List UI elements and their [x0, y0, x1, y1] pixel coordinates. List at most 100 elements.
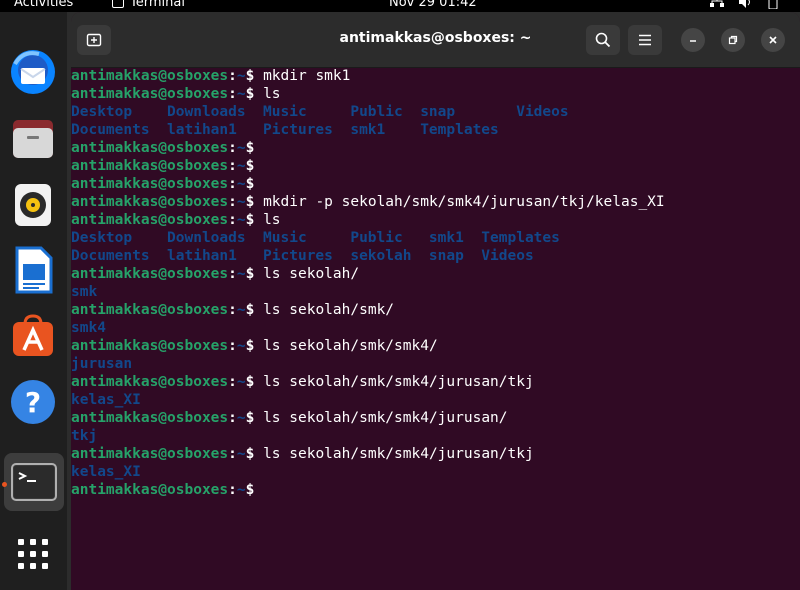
- search-button[interactable]: [586, 25, 620, 55]
- help-icon: ?: [11, 380, 55, 424]
- title-bar[interactable]: antimakkas@osboxes: ~: [71, 12, 800, 68]
- terminal-icon: [11, 463, 57, 501]
- minimize-icon: [690, 40, 696, 42]
- menu-button[interactable]: [628, 25, 662, 55]
- output-text: smk: [71, 284, 98, 300]
- command-text: ls sekolah/: [263, 266, 360, 282]
- prompt-user: antimakkas@osboxes: [71, 446, 229, 462]
- prompt-user: antimakkas@osboxes: [71, 338, 229, 354]
- prompt-line: antimakkas@osboxes:~$ ls sekolah/smk/: [71, 301, 800, 319]
- command-text: ls: [263, 212, 281, 228]
- libreoffice-writer-icon: [15, 246, 53, 294]
- prompt-colon: :: [228, 140, 237, 156]
- output-text: Desktop Downloads Music Public snap Vide…: [71, 104, 569, 120]
- thunderbird-launcher[interactable]: [9, 48, 57, 96]
- prompt-dollar: $: [245, 266, 264, 282]
- output-line: Documents latihan1 Pictures smk1 Templat…: [71, 121, 800, 139]
- prompt-line: antimakkas@osboxes:~$ mkdir -p sekolah/s…: [71, 193, 800, 211]
- prompt-user: antimakkas@osboxes: [71, 482, 229, 498]
- output-text: kelas_XI: [71, 392, 141, 408]
- prompt-dollar: $: [245, 68, 264, 84]
- minimize-button[interactable]: [681, 28, 705, 52]
- prompt-user: antimakkas@osboxes: [71, 302, 229, 318]
- prompt-dollar: $: [245, 410, 264, 426]
- dock: ?: [0, 12, 67, 590]
- show-applications-button[interactable]: [9, 530, 57, 578]
- prompt-user: antimakkas@osboxes: [71, 158, 229, 174]
- output-line: kelas_XI: [71, 463, 800, 481]
- app-menu[interactable]: Terminal: [112, 0, 185, 11]
- prompt-colon: :: [228, 158, 237, 174]
- prompt-line: antimakkas@osboxes:~$ ls sekolah/smk/smk…: [71, 445, 800, 463]
- network-icon: [710, 0, 724, 7]
- activities-button[interactable]: Activities: [14, 0, 73, 11]
- command-text: ls sekolah/smk/smk4/jurusan/tkj: [263, 374, 534, 390]
- prompt-line: antimakkas@osboxes:~$ ls sekolah/: [71, 265, 800, 283]
- prompt-path: ~: [236, 266, 246, 282]
- help-launcher[interactable]: ?: [9, 378, 57, 426]
- running-indicator: [2, 482, 7, 487]
- prompt-user: antimakkas@osboxes: [71, 68, 229, 84]
- prompt-line: antimakkas@osboxes:~$: [71, 175, 800, 193]
- clock[interactable]: Nov 29 01:42: [389, 0, 477, 11]
- prompt-path: ~: [236, 410, 246, 426]
- prompt-colon: :: [228, 338, 237, 354]
- maximize-button[interactable]: [721, 28, 745, 52]
- prompt-dollar: $: [245, 176, 264, 192]
- terminal-app-icon: [112, 0, 124, 8]
- prompt-user: antimakkas@osboxes: [71, 176, 229, 192]
- output-text: Documents latihan1 Pictures smk1 Templat…: [71, 122, 499, 138]
- prompt-user: antimakkas@osboxes: [71, 410, 229, 426]
- ubuntu-software-icon: [13, 314, 53, 356]
- prompt-path: ~: [236, 374, 246, 390]
- prompt-colon: :: [228, 302, 237, 318]
- rhythmbox-launcher[interactable]: [9, 180, 57, 228]
- prompt-colon: :: [228, 194, 237, 210]
- command-text: mkdir -p sekolah/smk/smk4/jurusan/tkj/ke…: [263, 194, 665, 210]
- prompt-colon: :: [228, 446, 237, 462]
- prompt-path: ~: [236, 158, 246, 174]
- terminal-output[interactable]: antimakkas@osboxes:~$ mkdir smk1 antimakk…: [71, 67, 800, 499]
- prompt-path: ~: [236, 482, 246, 498]
- prompt-path: ~: [236, 194, 246, 210]
- thunderbird-icon: [11, 50, 55, 94]
- show-applications-icon: [18, 539, 48, 569]
- prompt-dollar: $: [245, 194, 264, 210]
- output-line: smk4: [71, 319, 800, 337]
- prompt-colon: :: [228, 374, 237, 390]
- search-icon: [595, 32, 611, 48]
- prompt-dollar: $: [245, 374, 264, 390]
- software-launcher[interactable]: [9, 312, 57, 360]
- prompt-line: antimakkas@osboxes:~$ ls sekolah/smk/smk…: [71, 409, 800, 427]
- prompt-colon: :: [228, 86, 237, 102]
- writer-launcher[interactable]: [9, 246, 57, 294]
- command-text: ls sekolah/smk/: [263, 302, 395, 318]
- prompt-path: ~: [236, 446, 246, 462]
- hamburger-menu-icon: [639, 34, 651, 46]
- app-menu-label: Terminal: [130, 0, 185, 10]
- output-line: smk: [71, 283, 800, 301]
- command-text: ls: [263, 86, 281, 102]
- close-button[interactable]: [761, 28, 785, 52]
- terminal-launcher[interactable]: [4, 453, 64, 511]
- output-text: jurusan: [71, 356, 133, 372]
- prompt-line: antimakkas@osboxes:~$ ls: [71, 85, 800, 103]
- system-tray[interactable]: [710, 0, 780, 9]
- svg-text:?: ?: [25, 386, 41, 419]
- volume-icon: [739, 0, 750, 8]
- command-text: ls sekolah/smk/smk4/: [263, 338, 438, 354]
- command-text: ls sekolah/smk/smk4/jurusan/: [263, 410, 508, 426]
- prompt-line: antimakkas@osboxes:~$ ls sekolah/smk/smk…: [71, 373, 800, 391]
- files-icon: [13, 120, 53, 158]
- prompt-colon: :: [228, 212, 237, 228]
- prompt-line: antimakkas@osboxes:~$: [71, 481, 800, 499]
- output-text: Documents latihan1 Pictures sekolah snap…: [71, 248, 534, 264]
- prompt-path: ~: [236, 176, 246, 192]
- prompt-line: antimakkas@osboxes:~$ mkdir smk1: [71, 67, 800, 85]
- prompt-dollar: $: [245, 212, 264, 228]
- files-launcher[interactable]: [9, 114, 57, 162]
- output-line: Documents latihan1 Pictures sekolah snap…: [71, 247, 800, 265]
- prompt-dollar: $: [245, 338, 264, 354]
- output-text: tkj: [71, 428, 98, 444]
- power-icon: [768, 0, 778, 9]
